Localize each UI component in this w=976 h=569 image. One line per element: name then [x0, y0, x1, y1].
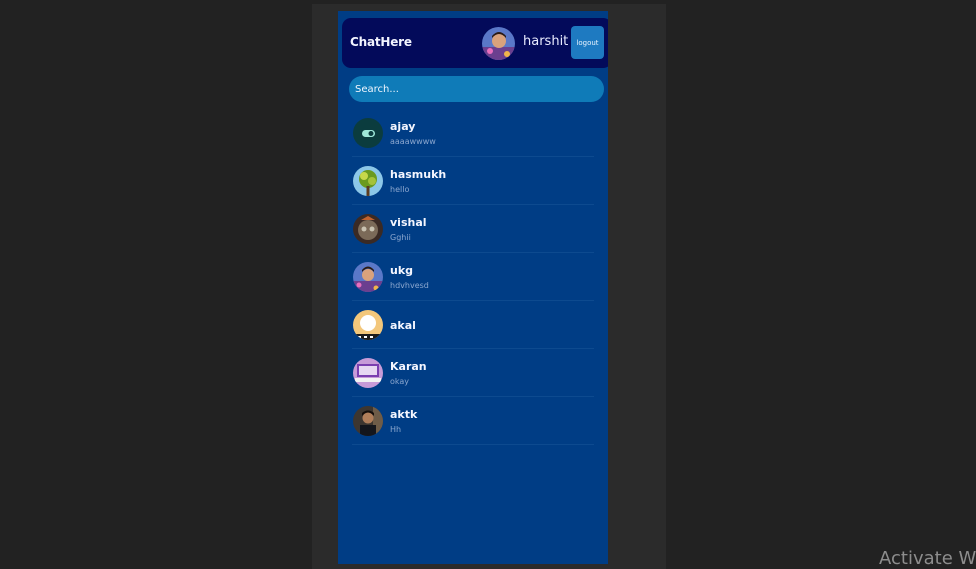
- chat-name: Karan: [390, 360, 427, 373]
- logout-button[interactable]: logout: [571, 26, 604, 59]
- chat-last-message: hello: [390, 185, 410, 194]
- chat-name: vishal: [390, 216, 427, 229]
- chat-item-ajay[interactable]: ajay aaaawwww: [338, 109, 608, 157]
- mask-avatar: [353, 214, 383, 244]
- chat-last-message: hdvhvesd: [390, 281, 429, 290]
- chat-item-ukg[interactable]: ukg hdvhvesd: [338, 253, 608, 301]
- current-user-avatar[interactable]: [482, 27, 515, 60]
- chat-name: aktk: [390, 408, 418, 421]
- chat-name: hasmukh: [390, 168, 447, 181]
- chat-last-message: okay: [390, 377, 410, 386]
- chat-item-hasmukh[interactable]: hasmukh hello: [338, 157, 608, 205]
- chat-item-karan[interactable]: Karan okay: [338, 349, 608, 397]
- purple-laptop-avatar: [353, 358, 383, 388]
- chat-item-akal[interactable]: akal: [338, 301, 608, 349]
- chat-item-vishal[interactable]: vishal Gghii: [338, 205, 608, 253]
- chat-name: ukg: [390, 264, 414, 277]
- man-avatar: [353, 406, 383, 436]
- current-user-name: harshit: [523, 34, 569, 49]
- orange-logo-avatar: [353, 310, 383, 340]
- selfie-avatar: [353, 262, 383, 292]
- chat-list: ajay aaaawwww hasmukh hello vishal Gghii…: [338, 109, 608, 445]
- search-input[interactable]: [349, 76, 604, 102]
- chat-name: ajay: [390, 120, 416, 133]
- app-brand: ChatHere: [350, 35, 412, 49]
- chat-last-message: aaaawwww: [390, 137, 436, 146]
- header-bar: ChatHere harshit logout: [342, 18, 608, 68]
- chat-app: ChatHere harshit logout aj: [338, 11, 608, 564]
- tree-avatar: [353, 166, 383, 196]
- activation-watermark: Activate W: [879, 548, 976, 569]
- dark-teal-toggle-avatar: [353, 118, 383, 148]
- chat-last-message: Hh: [390, 425, 402, 434]
- chat-last-message: Gghii: [390, 233, 411, 242]
- chat-name: akal: [390, 319, 416, 332]
- chat-item-aktk[interactable]: aktk Hh: [338, 397, 608, 445]
